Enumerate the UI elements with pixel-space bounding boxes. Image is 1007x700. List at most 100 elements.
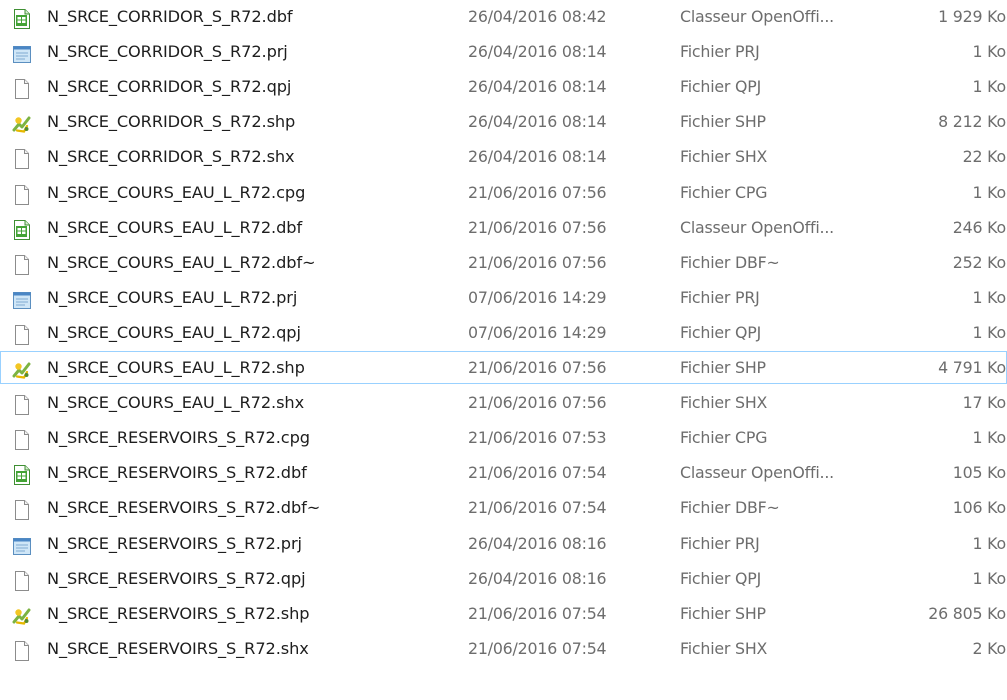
file-row[interactable]: N_SRCE_COURS_EAU_L_R72.qpj 07/06/2016 14:… (0, 316, 1007, 349)
notepad-icon (11, 535, 33, 557)
file-size: 1 929 Ko (938, 7, 1006, 26)
file-row[interactable]: N_SRCE_COURS_EAU_L_R72.shp 21/06/2016 07:… (0, 351, 1007, 384)
file-type: Fichier QPJ (680, 322, 762, 342)
file-type: Fichier CPG (680, 182, 768, 202)
file-size: 1 Ko (972, 42, 1006, 62)
file-name: N_SRCE_COURS_EAU_L_R72.dbf (47, 217, 303, 237)
file-list: N_SRCE_CORRIDOR_S_R72.dbf 26/04/2016 08:4… (0, 0, 1007, 700)
file-type: Fichier DBF~ (680, 252, 780, 272)
file-row[interactable]: N_SRCE_RESERVOIRS_S_R72.dbf 21/06/2016 07… (0, 456, 1007, 489)
spreadsheet-icon (11, 464, 33, 486)
file-size: 17 Ko (962, 393, 1007, 413)
file-name: N_SRCE_RESERVOIRS_S_R72.dbf (47, 463, 307, 483)
file-type: Fichier PRJ (680, 287, 760, 307)
file-type: Fichier SHX (680, 147, 768, 167)
file-size: 106 Ko (952, 498, 1006, 518)
blank-file-icon (11, 78, 33, 100)
file-type: Fichier SHX (680, 638, 768, 658)
file-name: N_SRCE_COURS_EAU_L_R72.shx (47, 393, 305, 413)
file-row[interactable]: N_SRCE_COURS_EAU_L_R72.dbf 21/06/2016 07:… (0, 211, 1007, 244)
file-size: 1 Ko (972, 568, 1006, 588)
file-date-modified: 26/04/2016 08:16 (468, 568, 607, 588)
file-date-modified: 21/06/2016 07:54 (468, 638, 607, 658)
file-type: Classeur OpenOffi... (680, 7, 835, 26)
file-type: Fichier QPJ (680, 568, 762, 588)
file-date-modified: 21/06/2016 07:56 (468, 393, 607, 413)
file-row[interactable]: N_SRCE_CORRIDOR_S_R72.prj 26/04/2016 08:1… (0, 35, 1007, 68)
file-name: N_SRCE_CORRIDOR_S_R72.shx (47, 147, 295, 167)
file-row[interactable]: N_SRCE_COURS_EAU_L_R72.cpg 21/06/2016 07:… (0, 176, 1007, 209)
blank-file-icon (11, 429, 33, 451)
file-size: 105 Ko (952, 463, 1006, 483)
file-name: N_SRCE_COURS_EAU_L_R72.cpg (47, 182, 306, 202)
file-date-modified: 26/04/2016 08:16 (468, 533, 607, 553)
file-type: Fichier SHP (680, 112, 766, 132)
spreadsheet-icon (11, 219, 33, 241)
qgis-icon (11, 605, 33, 627)
file-type: Fichier CPG (680, 428, 768, 448)
qgis-icon (11, 113, 33, 135)
file-size: 252 Ko (952, 252, 1006, 272)
file-row[interactable]: N_SRCE_RESERVOIRS_S_R72.cpg 21/06/2016 07… (0, 421, 1007, 454)
blank-file-icon (11, 394, 33, 416)
file-type: Fichier QPJ (680, 77, 762, 97)
file-row[interactable]: N_SRCE_RESERVOIRS_S_R72.shp 21/06/2016 07… (0, 597, 1007, 630)
file-row[interactable]: N_SRCE_RESERVOIRS_S_R72.dbf~ 21/06/2016 0… (0, 491, 1007, 524)
file-date-modified: 21/06/2016 07:54 (468, 498, 607, 518)
file-row[interactable]: N_SRCE_CORRIDOR_S_R72.qpj 26/04/2016 08:1… (0, 70, 1007, 103)
file-size: 1 Ko (972, 182, 1006, 202)
file-name: N_SRCE_CORRIDOR_S_R72.prj (47, 42, 288, 62)
blank-file-icon (11, 254, 33, 276)
file-date-modified: 26/04/2016 08:14 (468, 77, 607, 97)
file-type: Fichier DBF~ (680, 498, 780, 518)
file-type: Classeur OpenOffi... (680, 217, 835, 237)
file-size: 1 Ko (972, 533, 1006, 553)
spreadsheet-icon (11, 8, 33, 30)
file-date-modified: 21/06/2016 07:53 (468, 428, 607, 448)
blank-file-icon (11, 148, 33, 170)
file-name: N_SRCE_CORRIDOR_S_R72.dbf (47, 7, 293, 26)
file-type: Fichier SHP (680, 358, 766, 377)
file-row[interactable]: N_SRCE_COURS_EAU_L_R72.shx 21/06/2016 07:… (0, 386, 1007, 419)
file-date-modified: 21/06/2016 07:56 (468, 252, 607, 272)
file-type: Fichier PRJ (680, 42, 760, 62)
blank-file-icon (11, 499, 33, 521)
file-name: N_SRCE_RESERVOIRS_S_R72.qpj (47, 568, 306, 588)
blank-file-icon (11, 324, 33, 346)
file-size: 1 Ko (972, 287, 1006, 307)
file-row[interactable]: N_SRCE_COURS_EAU_L_R72.dbf~ 21/06/2016 07… (0, 246, 1007, 279)
file-size: 2 Ko (972, 638, 1006, 658)
file-row[interactable]: N_SRCE_CORRIDOR_S_R72.shx 26/04/2016 08:1… (0, 140, 1007, 173)
blank-file-icon (11, 570, 33, 592)
file-name: N_SRCE_RESERVOIRS_S_R72.shx (47, 638, 309, 658)
file-row[interactable]: N_SRCE_CORRIDOR_S_R72.shp 26/04/2016 08:1… (0, 105, 1007, 138)
file-row[interactable]: N_SRCE_RESERVOIRS_S_R72.qpj 26/04/2016 08… (0, 562, 1007, 595)
file-date-modified: 07/06/2016 14:29 (468, 287, 607, 307)
file-row[interactable]: N_SRCE_CORRIDOR_S_R72.dbf 26/04/2016 08:4… (0, 0, 1007, 33)
file-size: 8 212 Ko (938, 112, 1006, 132)
file-row[interactable]: N_SRCE_RESERVOIRS_S_R72.prj 26/04/2016 08… (0, 527, 1007, 560)
file-name: N_SRCE_COURS_EAU_L_R72.dbf~ (47, 252, 316, 272)
file-name: N_SRCE_COURS_EAU_L_R72.prj (47, 287, 298, 307)
file-date-modified: 26/04/2016 08:14 (468, 112, 607, 132)
file-name: N_SRCE_CORRIDOR_S_R72.shp (47, 112, 296, 132)
file-date-modified: 26/04/2016 08:42 (468, 7, 607, 26)
file-size: 1 Ko (972, 322, 1006, 342)
file-name: N_SRCE_CORRIDOR_S_R72.qpj (47, 77, 292, 97)
qgis-icon (11, 359, 33, 381)
file-date-modified: 21/06/2016 07:54 (468, 603, 607, 623)
file-date-modified: 21/06/2016 07:56 (468, 217, 607, 237)
file-name: N_SRCE_RESERVOIRS_S_R72.prj (47, 533, 302, 553)
file-row[interactable]: N_SRCE_RESERVOIRS_S_R72.shx 21/06/2016 07… (0, 632, 1007, 665)
file-size: 246 Ko (952, 217, 1006, 237)
file-name: N_SRCE_COURS_EAU_L_R72.shp (47, 358, 305, 377)
file-row[interactable]: N_SRCE_COURS_EAU_L_R72.prj 07/06/2016 14:… (0, 281, 1007, 314)
file-size: 1 Ko (972, 428, 1006, 448)
file-name: N_SRCE_RESERVOIRS_S_R72.cpg (47, 428, 310, 448)
file-name: N_SRCE_RESERVOIRS_S_R72.dbf~ (47, 498, 321, 518)
file-type: Fichier SHP (680, 603, 766, 623)
file-type: Classeur OpenOffi... (680, 463, 835, 483)
file-name: N_SRCE_RESERVOIRS_S_R72.shp (47, 603, 310, 623)
file-type: Fichier SHX (680, 393, 768, 413)
blank-file-icon (11, 184, 33, 206)
